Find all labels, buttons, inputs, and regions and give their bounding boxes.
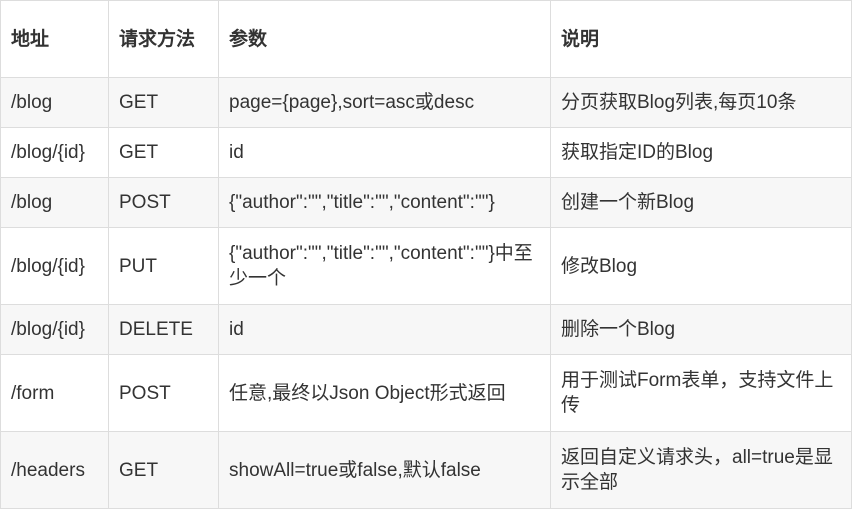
cell-description: 创建一个新Blog	[550, 177, 852, 228]
cell-method: GET	[108, 431, 219, 509]
cell-description: 修改Blog	[550, 227, 852, 305]
table-row: /blog GET page={page},sort=asc或desc 分页获取…	[0, 77, 852, 128]
cell-address: /headers	[0, 431, 109, 509]
cell-params: {"author":"","title":"","content":""}	[218, 177, 551, 228]
table-header: 地址 请求方法 参数 说明	[0, 0, 852, 78]
table-row: /blog/{id} PUT {"author":"","title":"","…	[0, 227, 852, 305]
table-row: /blog/{id} GET id 获取指定ID的Blog	[0, 127, 852, 178]
cell-address: /blog/{id}	[0, 227, 109, 305]
cell-method: POST	[108, 354, 219, 432]
cell-params: id	[218, 304, 551, 355]
table-body: /blog GET page={page},sort=asc或desc 分页获取…	[0, 77, 852, 509]
cell-description: 返回自定义请求头，all=true是显示全部	[550, 431, 852, 509]
cell-address: /blog	[0, 177, 109, 228]
header-row: 地址 请求方法 参数 说明	[0, 0, 852, 78]
table-row: /form POST 任意,最终以Json Object形式返回 用于测试For…	[0, 354, 852, 432]
cell-method: GET	[108, 77, 219, 128]
cell-method: PUT	[108, 227, 219, 305]
cell-params: page={page},sort=asc或desc	[218, 77, 551, 128]
cell-params: {"author":"","title":"","content":""}中至少…	[218, 227, 551, 305]
cell-address: /form	[0, 354, 109, 432]
table-row: /blog/{id} DELETE id 删除一个Blog	[0, 304, 852, 355]
cell-params: id	[218, 127, 551, 178]
cell-address: /blog/{id}	[0, 127, 109, 178]
cell-address: /blog/{id}	[0, 304, 109, 355]
cell-params: 任意,最终以Json Object形式返回	[218, 354, 551, 432]
cell-address: /blog	[0, 77, 109, 128]
cell-method: DELETE	[108, 304, 219, 355]
header-description: 说明	[550, 0, 852, 78]
table-row: /headers GET showAll=true或false,默认false …	[0, 431, 852, 509]
table-row: /blog POST {"author":"","title":"","cont…	[0, 177, 852, 228]
cell-description: 用于测试Form表单，支持文件上传	[550, 354, 852, 432]
header-method: 请求方法	[108, 0, 219, 78]
cell-description: 分页获取Blog列表,每页10条	[550, 77, 852, 128]
cell-description: 删除一个Blog	[550, 304, 852, 355]
cell-method: POST	[108, 177, 219, 228]
header-params: 参数	[218, 0, 551, 78]
cell-params: showAll=true或false,默认false	[218, 431, 551, 509]
api-table: 地址 请求方法 参数 说明 /blog GET page={page},sort…	[0, 0, 852, 509]
header-address: 地址	[0, 0, 109, 78]
cell-description: 获取指定ID的Blog	[550, 127, 852, 178]
cell-method: GET	[108, 127, 219, 178]
